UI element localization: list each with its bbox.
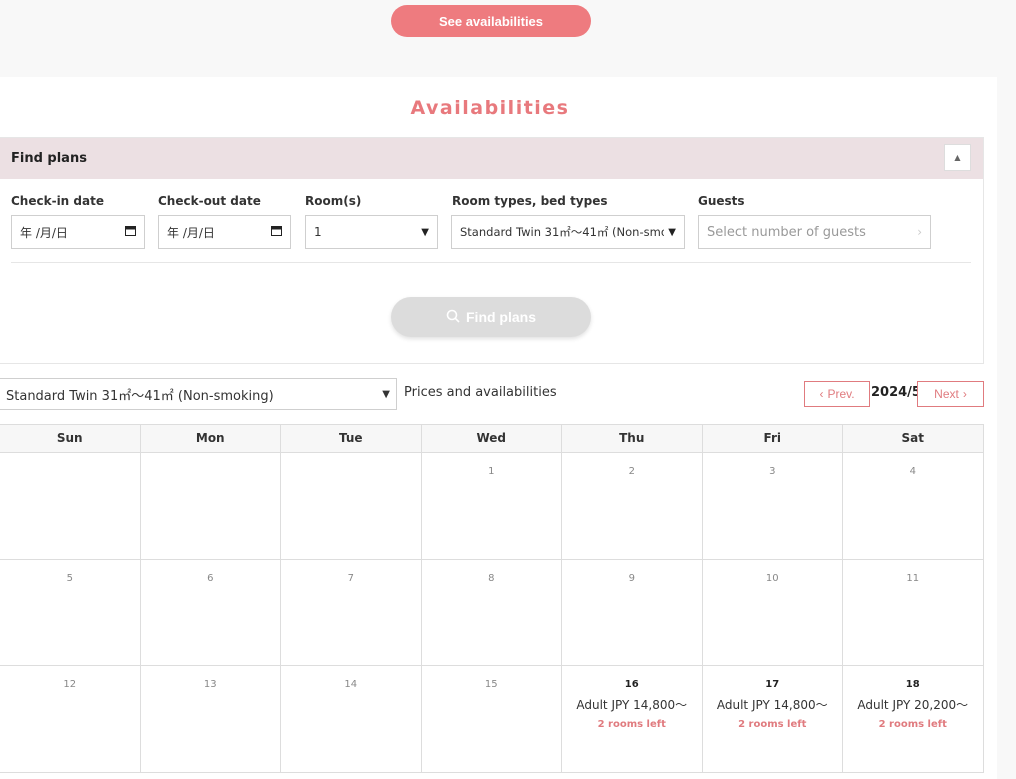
day-number: 12	[63, 679, 77, 690]
calendar-cell-available[interactable]: 16 Adult JPY 14,800〜 2 rooms left	[562, 666, 703, 772]
page-title: Availabilities	[410, 97, 570, 119]
day-number: 9	[628, 572, 635, 584]
rooms-left-text: 2 rooms left	[878, 719, 947, 730]
price-text: Adult JPY 14,800〜	[716, 698, 828, 712]
calendar-cell: 9	[562, 559, 703, 665]
current-month: 2024/5	[871, 385, 921, 400]
checkin-label: Check-in date	[11, 194, 104, 208]
checkin-value: 年 /月/日	[20, 225, 68, 240]
day-number: 8	[488, 572, 495, 584]
prev-month-button[interactable]: ‹ Prev.	[804, 381, 870, 407]
rooms-value: 1	[314, 225, 322, 239]
calendar-cell: 4	[843, 453, 984, 559]
day-number: 14	[344, 679, 358, 690]
checkout-date-input[interactable]: 年 /月/日	[158, 215, 291, 249]
calendar-cell	[141, 453, 281, 559]
price-text: Adult JPY 20,200〜	[857, 698, 969, 712]
weekday-fri: Fri	[703, 425, 843, 452]
weekday-mon: Mon	[141, 425, 281, 452]
calendar-cell	[281, 453, 422, 559]
prices-label: Prices and availabilities	[404, 385, 557, 400]
next-month-button[interactable]: Next ›	[917, 381, 984, 407]
day-number: 17	[765, 679, 780, 690]
calendar-icon	[125, 225, 136, 239]
day-number: 7	[347, 572, 354, 584]
day-number: 15	[484, 679, 498, 690]
day-number: 5	[66, 572, 73, 584]
day-number: 1	[488, 466, 495, 477]
see-availabilities-button[interactable]: See availabilities	[391, 5, 591, 37]
day-number: 6	[207, 572, 214, 584]
weekday-sat: Sat	[843, 425, 984, 452]
calendar-week: 1 2 3 4	[0, 453, 984, 560]
rooms-left-text: 2 rooms left	[597, 719, 666, 730]
dropdown-arrow-icon: ▼	[382, 388, 390, 400]
rooms-label: Room(s)	[305, 194, 362, 208]
weekday-sun: Sun	[0, 425, 141, 452]
calendar-cell-available[interactable]: 18 Adult JPY 20,200〜 2 rooms left	[843, 666, 984, 772]
calendar-header: Sun Mon Tue Wed Thu Fri Sat	[0, 425, 984, 453]
calendar-cell: 1	[422, 453, 562, 559]
checkin-date-input[interactable]: 年 /月/日	[11, 215, 145, 249]
calendar-week: 12 13 14 15 16 Adult JPY 14,800〜 2 rooms…	[0, 666, 984, 773]
calendar-cell-available[interactable]: 17 Adult JPY 14,800〜 2 rooms left	[703, 666, 843, 772]
dropdown-arrow-icon: ▼	[668, 226, 676, 238]
calendar: Sun Mon Tue Wed Thu Fri Sat 1 2 3 4 5 6 …	[0, 424, 984, 773]
dropdown-arrow-icon: ▼	[421, 226, 429, 238]
day-number: 4	[909, 466, 916, 477]
guests-placeholder: Select number of guests	[707, 224, 866, 240]
day-number: 10	[765, 572, 779, 584]
guests-input[interactable]: Select number of guests ›	[698, 215, 931, 249]
guests-label: Guests	[698, 194, 745, 208]
room-type-value: Standard Twin 31㎡〜41㎡ (Non-smoking)	[6, 388, 274, 404]
calendar-cell: 7	[281, 559, 422, 665]
rooms-select[interactable]: 1 ▼	[305, 215, 438, 249]
calendar-cell: 2	[562, 453, 703, 559]
roomtype-value: Standard Twin 31㎡〜41㎡ (Non-smok	[460, 225, 665, 239]
divider	[11, 262, 971, 263]
chevron-right-icon: ›	[962, 387, 967, 401]
chevron-right-icon: ›	[917, 225, 922, 239]
weekday-wed: Wed	[422, 425, 562, 452]
day-number: 11	[906, 572, 920, 584]
calendar-icon	[271, 225, 282, 239]
calendar-cell: 12	[0, 666, 141, 772]
calendar-cell	[0, 453, 141, 559]
checkout-value: 年 /月/日	[167, 225, 215, 240]
calendar-cell: 15	[422, 666, 562, 772]
find-plans-heading: Find plans	[11, 151, 87, 166]
roomtype-select[interactable]: Standard Twin 31㎡〜41㎡ (Non-smok ▼	[451, 215, 685, 249]
prev-label: Prev.	[827, 387, 855, 401]
rooms-left-text: 2 rooms left	[738, 719, 807, 730]
collapse-icon[interactable]: ▲	[944, 144, 971, 171]
day-number: 13	[203, 679, 217, 690]
calendar-cell: 5	[0, 559, 141, 665]
calendar-cell: 6	[141, 559, 281, 665]
day-number: 16	[624, 679, 639, 690]
price-text: Adult JPY 14,800〜	[576, 698, 688, 712]
roomtype-label: Room types, bed types	[452, 194, 608, 208]
find-plans-header: Find plans ▲	[0, 138, 983, 179]
calendar-week: 5 6 7 8 9 10 11	[0, 559, 984, 666]
calendar-cell: 11	[843, 559, 984, 665]
find-plans-button-label: Find plans	[466, 309, 536, 325]
weekday-tue: Tue	[281, 425, 422, 452]
chevron-left-icon: ‹	[819, 387, 824, 401]
checkout-label: Check-out date	[158, 194, 261, 208]
find-plans-box: Find plans ▲ Check-in date 年 /月/日 Check-…	[0, 137, 984, 364]
search-icon	[446, 309, 460, 326]
day-number: 2	[628, 466, 635, 477]
calendar-cell: 14	[281, 666, 422, 772]
day-number: 3	[769, 466, 776, 477]
weekday-thu: Thu	[562, 425, 703, 452]
next-label: Next	[934, 387, 959, 401]
find-plans-button[interactable]: Find plans	[391, 297, 591, 337]
calendar-cell: 13	[141, 666, 281, 772]
calendar-cell: 3	[703, 453, 843, 559]
day-number: 18	[905, 679, 920, 690]
availabilities-panel: Availabilities Find plans ▲ Check-in dat…	[0, 77, 997, 779]
calendar-cell: 10	[703, 559, 843, 665]
room-type-select[interactable]: Standard Twin 31㎡〜41㎡ (Non-smoking) ▼	[0, 378, 397, 410]
calendar-cell: 8	[422, 559, 562, 665]
